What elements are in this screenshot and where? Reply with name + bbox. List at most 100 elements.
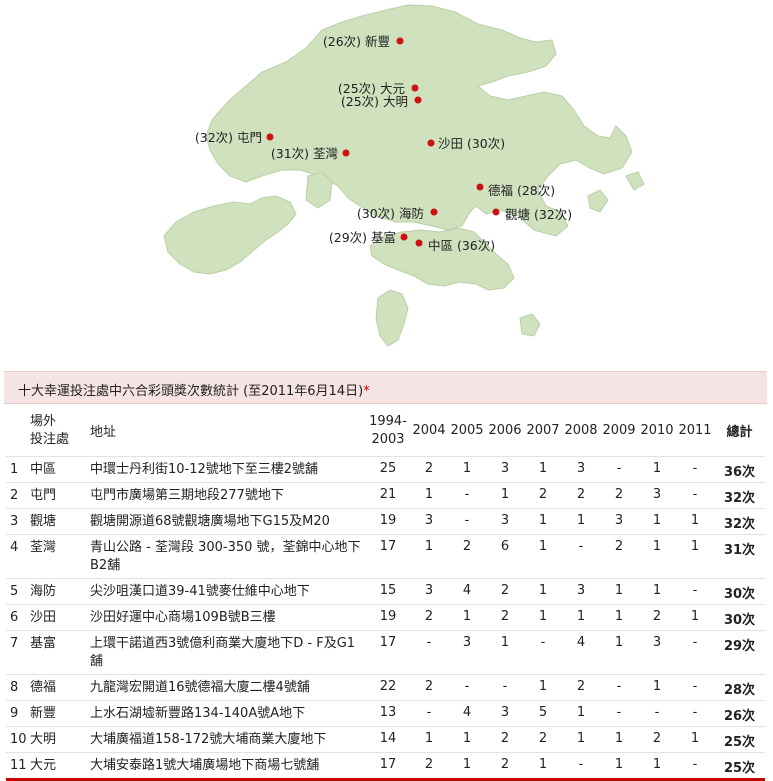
year-cell: 2: [638, 604, 676, 631]
year-range-cell: 17: [366, 752, 410, 781]
year-cell: -: [410, 700, 448, 727]
marker-dot: [476, 183, 484, 191]
rank-cell: 9: [6, 700, 30, 727]
year-range-cell: 19: [366, 604, 410, 631]
table-row: 2 屯門 屯門市廣場第三期地段277號地下 21 1-1 2 2 2 3-32次: [6, 482, 765, 509]
address-cell: 上水石湖墟新豐路134-140A號A地下: [90, 700, 366, 727]
map-marker[interactable]: 德福 (28次): [476, 183, 556, 198]
marker-label: (26次) 新豐: [323, 34, 390, 49]
lamma-island: [375, 289, 409, 347]
table-row: 4 荃灣 青山公路 - 荃灣段 300-350 號，荃錦中心地下B2舖 17 1 2 6 1-…: [6, 534, 765, 579]
marker-label: (25次) 大明: [341, 94, 408, 109]
year-range-cell: 13: [366, 700, 410, 727]
year-cell: 3: [486, 456, 524, 483]
table-title-bar: 十大幸運投注處中六合彩頭獎次數統計 (至2011年6月14日)*: [4, 371, 767, 404]
year-cell: -: [600, 700, 638, 727]
map-marker[interactable]: (31次) 荃灣: [271, 146, 350, 161]
marker-dot: [266, 133, 274, 141]
year-cell: 1: [676, 534, 714, 579]
table-row: 10 大明 大埔廣福道158-172號大埔商業大廈地下 14 1 1 2 2 1 1 2 1 25次: [6, 726, 765, 753]
year-cell: -: [448, 482, 486, 509]
total-header: 總計: [726, 425, 753, 440]
year-cell: -: [600, 456, 638, 483]
year-cell: 1: [524, 456, 562, 483]
table-row: 11 大元 大埔安泰路1號大埔廣場地下商場七號舖 17 2 1 2 1-1 1-25次: [6, 752, 765, 781]
outlet-header: 場外 投注處: [30, 405, 90, 457]
year-cell: 2: [562, 674, 600, 701]
year-cell: 4: [448, 700, 486, 727]
year-cell: 2: [486, 578, 524, 605]
total-cell: 25次: [714, 726, 765, 753]
year-cell: -: [562, 534, 600, 579]
marker-dot: [342, 149, 350, 157]
year-header-2006: 2006: [488, 423, 522, 438]
outlet-name-cell: 海防: [30, 578, 90, 605]
outlet-name-cell: 大元: [30, 752, 90, 781]
rank-cell: 11: [6, 752, 30, 781]
address-cell: 中環士丹利街10-12號地下至三樓2號舖: [90, 456, 366, 483]
outlet-name-cell: 新豐: [30, 700, 90, 727]
year-cell: 3: [638, 482, 676, 509]
year-cell: 1: [562, 700, 600, 727]
year-header-2005: 2005: [450, 423, 484, 438]
table-row: 8 德福 九龍灣宏開道16號德福大廈二樓4號舖 22 2- -1 2-1-28次: [6, 674, 765, 701]
year-cell: 1: [410, 534, 448, 579]
total-cell: 32次: [714, 508, 765, 535]
year-cell: 2: [524, 482, 562, 509]
year-cell: 1: [524, 674, 562, 701]
year-cell: -: [524, 630, 562, 675]
map-marker[interactable]: 沙田 (30次): [427, 136, 506, 151]
table-row: 6 沙田 沙田好運中心商場109B號B三樓 19 2 1 2 1 1 1 2 1 30次: [6, 604, 765, 631]
year-cell: 1: [524, 508, 562, 535]
total-cell: 26次: [714, 700, 765, 727]
year-cell: 1: [448, 604, 486, 631]
total-cell: 32次: [714, 482, 765, 509]
year-cell: -: [486, 674, 524, 701]
rank-cell: 1: [6, 456, 30, 483]
outlet-name-cell: 荃灣: [30, 534, 90, 579]
marker-dot: [415, 239, 423, 247]
table-title-text: 十大幸運投注處中六合彩頭獎次數統計 (至2011年6月14日): [18, 384, 364, 399]
marker-label: 沙田 (30次): [438, 136, 505, 151]
year-header-2007: 2007: [526, 423, 560, 438]
marker-label: 德福 (28次): [488, 183, 555, 198]
hong-kong-map: (26次) 新豐(25次) 大元(25次) 大明(32次) 屯門(31次) 荃灣…: [163, 4, 645, 347]
year-range-cell: 22: [366, 674, 410, 701]
year-cell: -: [676, 752, 714, 781]
map-marker[interactable]: 觀塘 (32次): [492, 207, 573, 222]
year-cell: -: [410, 630, 448, 675]
outlet-name-cell: 沙田: [30, 604, 90, 631]
rank-cell: 10: [6, 726, 30, 753]
map-marker[interactable]: 中區 (36次): [415, 238, 496, 253]
marker-label: (29次) 基富: [329, 230, 396, 245]
year-cell: 1: [448, 752, 486, 781]
year-cell: 3: [410, 508, 448, 535]
year-range-line1: 1994-: [369, 413, 407, 429]
marker-label: (30次) 海防: [357, 206, 424, 221]
rank-cell: 6: [6, 604, 30, 631]
title-asterisk: *: [363, 384, 370, 399]
map-marker[interactable]: (29次) 基富: [329, 230, 408, 245]
table-title: 十大幸運投注處中六合彩頭獎次數統計 (至2011年6月14日)*: [18, 380, 370, 399]
rank-cell: 5: [6, 578, 30, 605]
year-cell: 3: [600, 508, 638, 535]
year-cell: 1: [562, 604, 600, 631]
address-cell: 沙田好運中心商場109B號B三樓: [90, 604, 366, 631]
address-cell: 九龍灣宏開道16號德福大廈二樓4號舖: [90, 674, 366, 701]
tsing-yi-island: [305, 171, 333, 209]
year-cell: 2: [600, 482, 638, 509]
outlet-name-cell: 德福: [30, 674, 90, 701]
year-cell: 2: [410, 752, 448, 781]
rank-cell: 2: [6, 482, 30, 509]
year-range-cell: 25: [366, 456, 410, 483]
total-cell: 30次: [714, 604, 765, 631]
marker-label: 觀塘 (32次): [505, 207, 572, 222]
year-cell: -: [676, 578, 714, 605]
year-cell: -: [600, 674, 638, 701]
marker-label: 中區 (36次): [428, 238, 495, 253]
year-cell: 1: [410, 726, 448, 753]
total-cell: 25次: [714, 752, 765, 781]
table-row: 7 基富 上環干諾道西3號億利商業大廈地下D - F及G1舖 17-3 1-4 1 3-29…: [6, 630, 765, 675]
year-cell: 1: [600, 604, 638, 631]
map-marker[interactable]: (32次) 屯門: [195, 130, 274, 145]
